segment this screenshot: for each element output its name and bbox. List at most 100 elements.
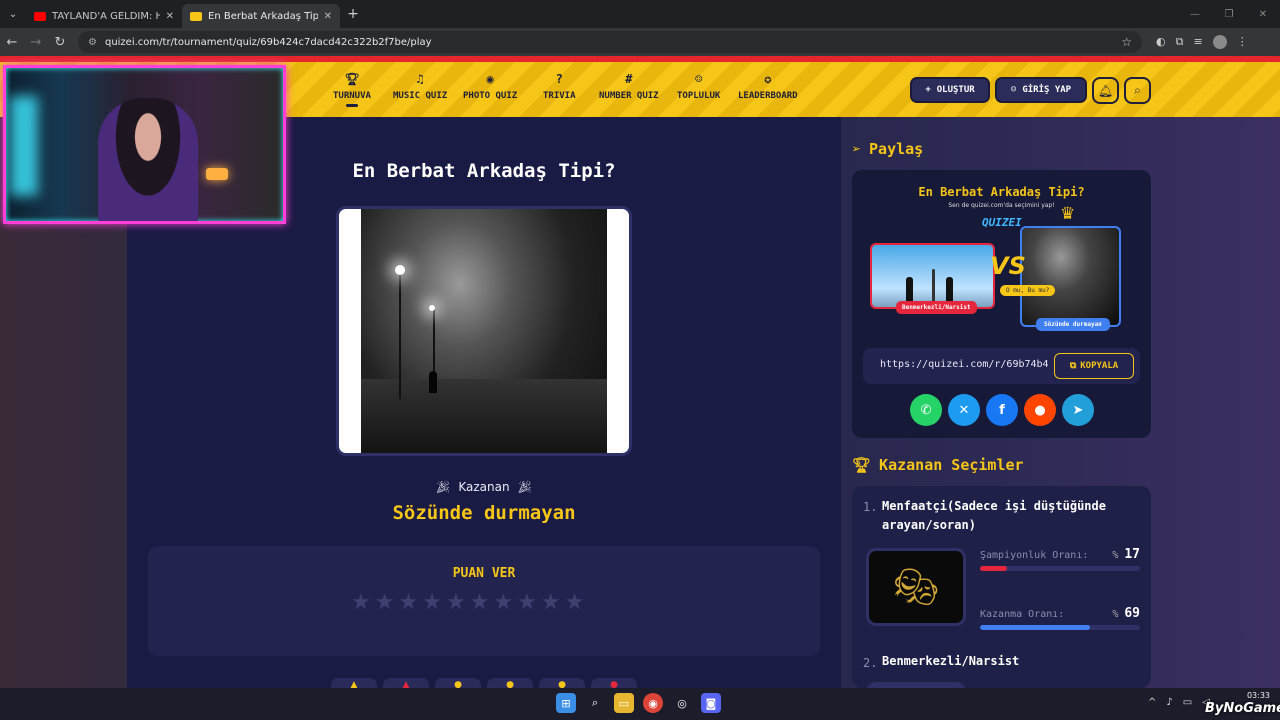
winner-image	[336, 206, 632, 456]
close-tab-icon[interactable]: ✕	[324, 11, 332, 22]
chrome-icon[interactable]: ◉	[643, 693, 663, 713]
trophy-icon: 🏆︎	[852, 456, 872, 474]
silhouette	[906, 277, 913, 301]
new-tab-icon[interactable]: +	[340, 6, 366, 22]
profile-avatar[interactable]	[1212, 35, 1227, 49]
winners-list: 1. Menfaatçi(Sadece işi düştüğünde araya…	[852, 486, 1151, 688]
champ-rate-bar	[980, 566, 1140, 571]
star-icon[interactable]: ★	[422, 590, 442, 616]
x-icon[interactable]: ✕	[948, 394, 980, 426]
webcam-overlay	[3, 65, 286, 224]
star-icon[interactable]: ★	[398, 590, 418, 616]
microphone-icon[interactable]: ♪	[1166, 697, 1172, 708]
social-share-buttons: ✆ ✕ f ● ➤	[910, 394, 1094, 426]
nav-turnuva[interactable]: 🏆︎ TURNUVA	[333, 72, 371, 107]
address-bar[interactable]: ⚙ quizei.com/tr/tournament/quiz/69b424c7…	[78, 31, 1142, 53]
site-info-icon[interactable]: ⚙	[88, 37, 97, 48]
reddit-icon[interactable]: ●	[1024, 394, 1056, 426]
winner-prefix: 🎉︎ Kazanan 🎉︎	[127, 480, 841, 494]
plus-icon: +	[925, 85, 931, 95]
star-icon[interactable]: ★	[565, 590, 585, 616]
facebook-icon[interactable]: f	[986, 394, 1018, 426]
tab-quizei[interactable]: En Berbat Arkadaş Tipi? - Tier L ✕	[182, 4, 340, 28]
nav-trivia[interactable]: ? TRIVIA	[543, 72, 576, 101]
forward-icon[interactable]: →	[24, 35, 48, 50]
back-icon[interactable]: ←	[0, 35, 24, 50]
telegram-icon[interactable]: ➤	[1062, 394, 1094, 426]
camera-icon: ◉	[486, 72, 494, 86]
copy-button[interactable]: ⧉ KOPYALA	[1054, 353, 1134, 379]
clock[interactable]: 03:33	[1240, 691, 1270, 700]
share-url-text[interactable]: https://quizei.com/r/69b74b46	[880, 359, 1048, 370]
item-name: Menfaatçi(Sadece işi düştüğünde arayan/s…	[882, 497, 1106, 535]
champ-rate-value: % 17	[1112, 547, 1140, 562]
minimize-icon[interactable]: —	[1178, 0, 1212, 28]
nav-leaderboard[interactable]: ✪ LEADERBOARD	[738, 72, 798, 101]
share-right-label: Sözünde durmayan	[1036, 318, 1110, 331]
tab-title: TAYLAND'A GELDİM: HERKESİN	[52, 10, 160, 22]
reload-icon[interactable]: ↻	[48, 35, 72, 50]
star-icon[interactable]: ★	[470, 590, 490, 616]
star-icon[interactable]: ★	[541, 590, 561, 616]
share-left-image	[870, 243, 995, 309]
restore-icon[interactable]: ❐	[1212, 0, 1246, 28]
nav-label: LEADERBOARD	[738, 91, 798, 101]
nav-music-quiz[interactable]: ♫ MUSIC QUIZ	[393, 72, 447, 101]
whatsapp-icon[interactable]: ✆	[910, 394, 942, 426]
file-explorer-icon[interactable]: ▭	[614, 693, 634, 713]
item-name-line: arayan/soran)	[882, 518, 976, 532]
close-window-icon[interactable]: ✕	[1246, 0, 1280, 28]
reading-list-icon[interactable]: ≡	[1193, 35, 1202, 49]
nav-number-quiz[interactable]: # NUMBER QUIZ	[599, 72, 659, 101]
quiz-title: En Berbat Arkadaş Tipi?	[352, 160, 616, 182]
create-button[interactable]: + OLUŞTUR	[910, 77, 990, 103]
winner-name: Sözünde durmayan	[392, 502, 576, 524]
extension-icon[interactable]: ◐	[1156, 35, 1166, 49]
stream-watermark: ByNoGame	[1205, 701, 1280, 716]
close-tab-icon[interactable]: ✕	[166, 11, 174, 22]
win-rate-fill	[980, 625, 1091, 630]
app-icon[interactable]: ◎	[672, 693, 692, 713]
share-card: En Berbat Arkadaş Tipi? Sen de quizei.co…	[852, 170, 1151, 438]
nav-photo-quiz[interactable]: ◉ PHOTO QUIZ	[463, 72, 517, 101]
chevron-up-icon[interactable]: ^	[1148, 697, 1156, 708]
share-pill: O mu, Bu mu?	[1000, 285, 1056, 296]
network-icon[interactable]: ▭	[1183, 697, 1192, 708]
extension-icons: ◐ ⧉ ≡ ⋮	[1156, 35, 1248, 49]
windows-start-icon[interactable]: ⊞	[556, 693, 576, 713]
tab-youtube[interactable]: TAYLAND'A GELDİM: HERKESİN ✕	[26, 4, 182, 28]
users-icon: ☺	[695, 72, 703, 86]
star-icon[interactable]: ★	[517, 590, 537, 616]
nav-label: PHOTO QUIZ	[463, 91, 518, 101]
browser-tabbar: ⌄ TAYLAND'A GELDİM: HERKESİN ✕ En Berbat…	[0, 0, 1280, 28]
search-icon[interactable]: ⌕	[1124, 77, 1151, 104]
question-icon: ?	[555, 72, 563, 86]
nav-topluluk[interactable]: ☺ TOPLULUK	[677, 72, 720, 101]
share-right-image	[1020, 226, 1121, 327]
discord-icon[interactable]: ◙	[701, 693, 721, 713]
silhouette	[946, 277, 953, 301]
star-icon[interactable]: ★	[446, 590, 466, 616]
puzzle-icon[interactable]: ⧉	[1176, 35, 1184, 49]
url-text: quizei.com/tr/tournament/quiz/69b424c7da…	[104, 36, 432, 48]
bookmark-star-icon[interactable]: ☆	[1121, 35, 1132, 49]
star-icon[interactable]: ★	[375, 590, 395, 616]
win-rate-value: % 69	[1112, 606, 1140, 621]
photo-pole	[399, 269, 401, 399]
share-card-subtitle: Sen de quizei.com'da seçimini yap!	[948, 202, 1055, 209]
notifications-bell-icon[interactable]: 🔔︎	[1092, 77, 1119, 104]
rate-label: PUAN VER	[452, 566, 516, 581]
tab-search-icon[interactable]: ⌄	[0, 0, 26, 28]
star-icon[interactable]: ★	[493, 590, 513, 616]
login-button[interactable]: ☺ GİRİŞ YAP	[995, 77, 1087, 103]
champ-rate-fill	[980, 566, 1008, 571]
menu-dots-icon[interactable]: ⋮	[1237, 35, 1248, 49]
cam-light	[10, 96, 38, 196]
champ-rate-label: Şampiyonluk Oranı:	[980, 550, 1089, 561]
search-icon[interactable]: ⌕	[585, 693, 605, 713]
award-icon: ✪	[764, 72, 772, 86]
nav-label: TOPLULUK	[677, 91, 721, 101]
nav-label: MUSIC QUIZ	[393, 91, 448, 101]
item-thumbnail: 🎭︎	[866, 548, 966, 626]
star-icon[interactable]: ★	[351, 590, 371, 616]
